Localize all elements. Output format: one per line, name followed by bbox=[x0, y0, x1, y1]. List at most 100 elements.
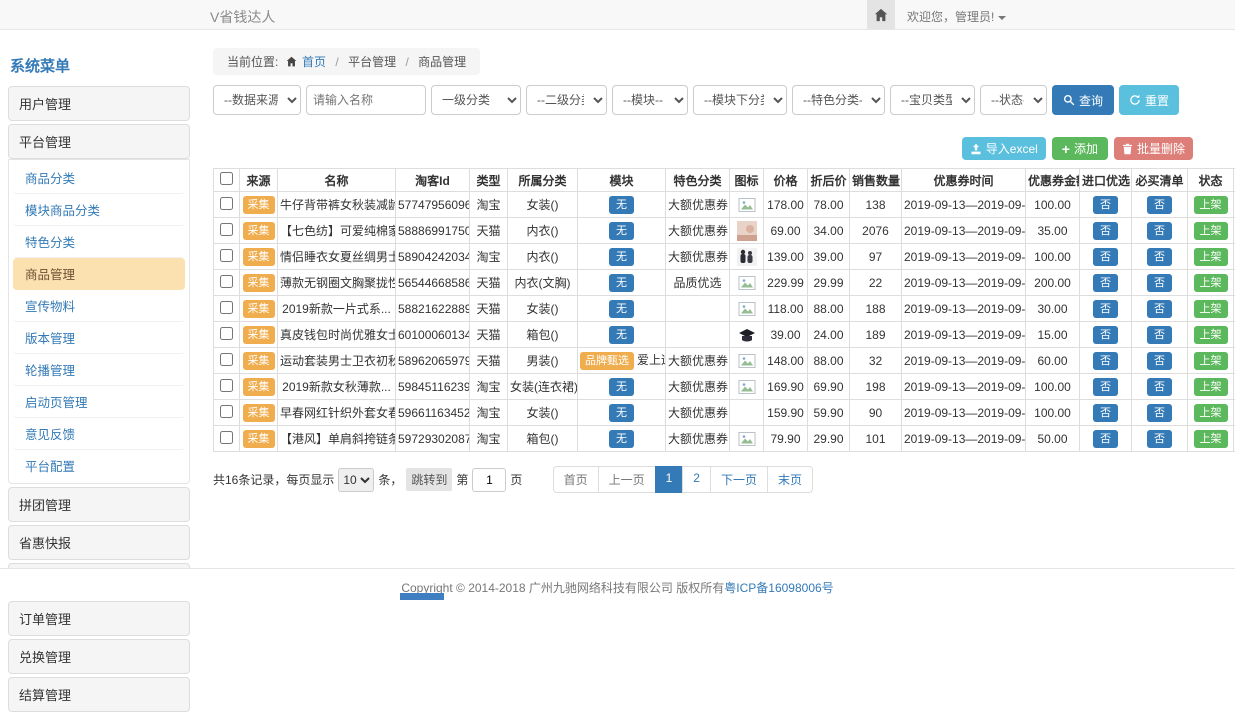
import-select-badge[interactable]: 否 bbox=[1093, 274, 1118, 292]
type-cell: 淘宝 bbox=[470, 192, 508, 218]
import-select-badge[interactable]: 否 bbox=[1093, 404, 1118, 422]
discount-price-cell: 29.99 bbox=[808, 270, 850, 296]
sidebar-group-用户管理[interactable]: 用户管理 bbox=[8, 86, 190, 121]
batch-delete-button[interactable]: 批量删除 bbox=[1114, 137, 1193, 160]
status-badge[interactable]: 上架 bbox=[1194, 352, 1228, 370]
status-cell: 上架 bbox=[1188, 218, 1234, 244]
sidebar-group-平台管理[interactable]: 平台管理 bbox=[8, 124, 190, 159]
status-badge[interactable]: 上架 bbox=[1194, 248, 1228, 266]
row-checkbox[interactable] bbox=[220, 405, 233, 418]
jump-prefix: 第 bbox=[456, 471, 468, 488]
filter-select-特色分类[interactable]: --特色分类-- bbox=[792, 85, 885, 115]
sidebar-item-商品管理[interactable]: 商品管理 bbox=[13, 258, 185, 290]
jump-button[interactable]: 跳转到 bbox=[406, 468, 452, 491]
page-button-上一页[interactable]: 上一页 bbox=[598, 466, 656, 493]
row-checkbox[interactable] bbox=[220, 353, 233, 366]
sidebar-group-订单管理[interactable]: 订单管理 bbox=[8, 601, 190, 636]
home-button[interactable] bbox=[867, 0, 895, 29]
sidebar-item-轮播管理[interactable]: 轮播管理 bbox=[13, 354, 185, 386]
must-buy-badge[interactable]: 否 bbox=[1147, 326, 1172, 344]
must-buy-badge[interactable]: 否 bbox=[1147, 430, 1172, 448]
import-select-badge[interactable]: 否 bbox=[1093, 300, 1118, 318]
filter-select-状态[interactable]: --状态-- bbox=[980, 85, 1047, 115]
must-buy-badge[interactable]: 否 bbox=[1147, 248, 1172, 266]
import-select-badge[interactable]: 否 bbox=[1093, 248, 1118, 266]
sidebar-item-平台配置[interactable]: 平台配置 bbox=[13, 450, 185, 481]
import-select-badge[interactable]: 否 bbox=[1093, 352, 1118, 370]
search-button[interactable]: 查询 bbox=[1052, 85, 1114, 115]
must-buy-badge[interactable]: 否 bbox=[1147, 300, 1172, 318]
row-checkbox[interactable] bbox=[220, 431, 233, 444]
per-page-select[interactable]: 10 bbox=[338, 468, 374, 492]
status-badge[interactable]: 上架 bbox=[1194, 300, 1228, 318]
sidebar-group-省惠快报[interactable]: 省惠快报 bbox=[8, 525, 190, 560]
trash-icon bbox=[1122, 143, 1133, 155]
sidebar-item-宣传物料[interactable]: 宣传物料 bbox=[13, 290, 185, 322]
icp-link[interactable]: 粤ICP备16098006号 bbox=[724, 581, 833, 595]
page-button-1[interactable]: 1 bbox=[655, 466, 684, 493]
import-excel-button[interactable]: 导入excel bbox=[962, 137, 1046, 160]
filter-select-一级分类[interactable]: 一级分类 bbox=[431, 85, 521, 115]
sidebar-item-模块商品分类[interactable]: 模块商品分类 bbox=[13, 194, 185, 226]
row-checkbox[interactable] bbox=[220, 197, 233, 210]
filter-select-二级分类[interactable]: --二级分类-- bbox=[526, 85, 607, 115]
sidebar-item-商品分类[interactable]: 商品分类 bbox=[13, 162, 185, 194]
import-select-badge[interactable]: 否 bbox=[1093, 378, 1118, 396]
name-search-input[interactable] bbox=[306, 85, 426, 115]
filter-select-宝贝类型[interactable]: --宝贝类型-- bbox=[890, 85, 975, 115]
import-select-badge[interactable]: 否 bbox=[1093, 326, 1118, 344]
table-toolbar: 导入excel + 添加 批量删除 bbox=[213, 137, 1193, 160]
status-badge[interactable]: 上架 bbox=[1194, 430, 1228, 448]
status-cell: 上架 bbox=[1188, 374, 1234, 400]
page-button-末页[interactable]: 末页 bbox=[767, 466, 813, 493]
sidebar-item-版本管理[interactable]: 版本管理 bbox=[13, 322, 185, 354]
must-buy-badge[interactable]: 否 bbox=[1147, 352, 1172, 370]
sidebar-group-拼团管理[interactable]: 拼团管理 bbox=[8, 487, 190, 522]
page-number-input[interactable] bbox=[472, 468, 506, 492]
page-button-首页[interactable]: 首页 bbox=[553, 466, 599, 493]
import-select-badge[interactable]: 否 bbox=[1093, 222, 1118, 240]
row-checkbox[interactable] bbox=[220, 379, 233, 392]
page-button-2[interactable]: 2 bbox=[682, 466, 711, 493]
row-checkbox[interactable] bbox=[220, 275, 233, 288]
must-buy-badge[interactable]: 否 bbox=[1147, 378, 1172, 396]
sidebar-group-兑换管理[interactable]: 兑换管理 bbox=[8, 639, 190, 674]
page-button-下一页[interactable]: 下一页 bbox=[710, 466, 768, 493]
status-badge[interactable]: 上架 bbox=[1194, 326, 1228, 344]
must-buy-cell: 否 bbox=[1132, 426, 1188, 452]
status-badge[interactable]: 上架 bbox=[1194, 404, 1228, 422]
must-buy-cell: 否 bbox=[1132, 192, 1188, 218]
status-badge[interactable]: 上架 bbox=[1194, 378, 1228, 396]
filter-select-source[interactable]: --数据来源-- bbox=[213, 85, 301, 115]
must-buy-badge[interactable]: 否 bbox=[1147, 196, 1172, 214]
breadcrumb-item-platform[interactable]: 平台管理 bbox=[348, 55, 396, 69]
status-badge[interactable]: 上架 bbox=[1194, 196, 1228, 214]
status-badge[interactable]: 上架 bbox=[1194, 274, 1228, 292]
status-badge[interactable]: 上架 bbox=[1194, 222, 1228, 240]
import-select-cell: 否 bbox=[1080, 270, 1132, 296]
sidebar-item-意见反馈[interactable]: 意见反馈 bbox=[13, 418, 185, 450]
import-select-badge[interactable]: 否 bbox=[1093, 196, 1118, 214]
reset-button[interactable]: 重置 bbox=[1119, 85, 1179, 115]
must-buy-badge[interactable]: 否 bbox=[1147, 404, 1172, 422]
table-row: 采集牛仔背带裤女秋装减龄...577479560965淘宝女装()无大额优惠券1… bbox=[214, 192, 1235, 218]
import-select-badge[interactable]: 否 bbox=[1093, 430, 1118, 448]
sidebar-item-特色分类[interactable]: 特色分类 bbox=[13, 226, 185, 258]
breadcrumb-home-link[interactable]: 首页 bbox=[302, 55, 326, 69]
sidebar-group-结算管理[interactable]: 结算管理 bbox=[8, 677, 190, 712]
row-checkbox[interactable] bbox=[220, 301, 233, 314]
must-buy-badge[interactable]: 否 bbox=[1147, 222, 1172, 240]
row-checkbox[interactable] bbox=[220, 249, 233, 262]
row-checkbox[interactable] bbox=[220, 327, 233, 340]
coupon-amount-cell: 100.00 bbox=[1026, 192, 1080, 218]
filter-select-模块下分类[interactable]: --模块下分类-- bbox=[693, 85, 787, 115]
must-buy-badge[interactable]: 否 bbox=[1147, 274, 1172, 292]
add-button[interactable]: + 添加 bbox=[1052, 137, 1108, 160]
sidebar-item-启动页管理[interactable]: 启动页管理 bbox=[13, 386, 185, 418]
filter-select-模块[interactable]: --模块-- bbox=[612, 85, 688, 115]
row-checkbox[interactable] bbox=[220, 223, 233, 236]
add-button-label: 添加 bbox=[1074, 140, 1098, 157]
user-menu[interactable]: 欢迎您，管理员! bbox=[907, 8, 1006, 25]
select-all-checkbox[interactable] bbox=[220, 172, 233, 185]
coupon-time-cell: 2019-09-13—2019-09-17 bbox=[902, 400, 1026, 426]
